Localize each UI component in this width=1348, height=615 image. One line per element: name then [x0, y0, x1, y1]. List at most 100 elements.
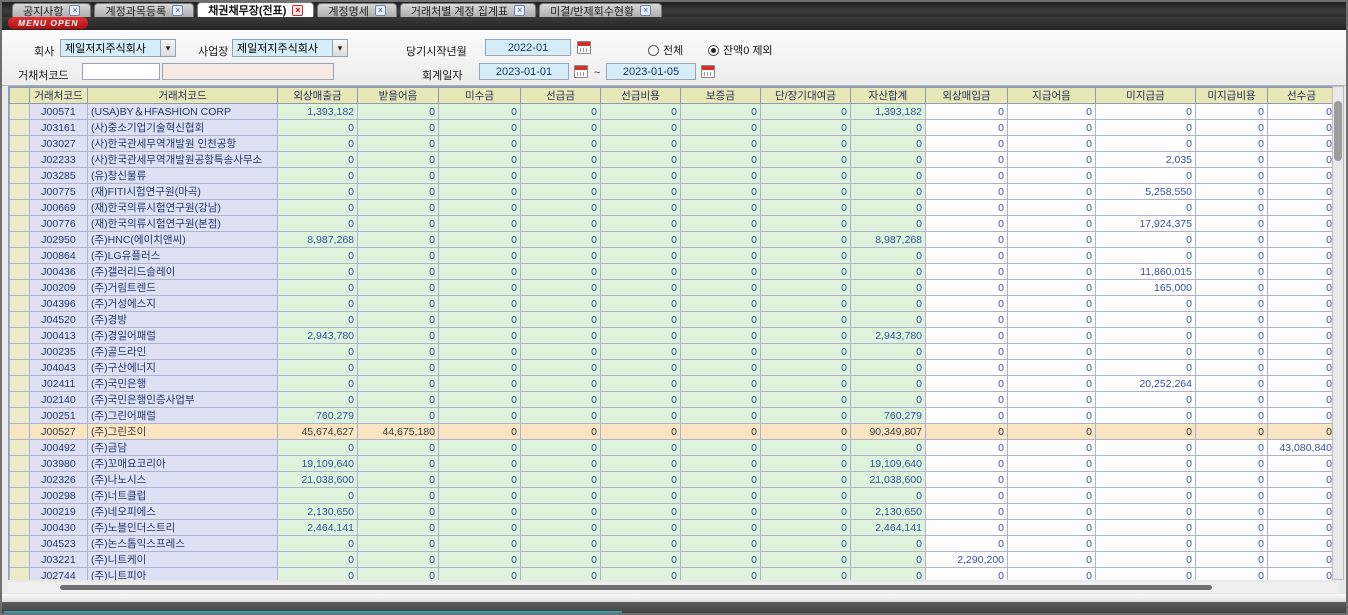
amount-cell[interactable]: 0	[1096, 456, 1196, 472]
amount-cell[interactable]: 0	[681, 552, 761, 568]
amount-cell[interactable]: 0	[926, 280, 1008, 296]
amount-cell[interactable]: 0	[1096, 520, 1196, 536]
amount-cell[interactable]: 0	[601, 568, 681, 581]
amount-cell[interactable]: 0	[1268, 280, 1335, 296]
amount-cell[interactable]: 0	[521, 248, 601, 264]
amount-cell[interactable]: 0	[1008, 504, 1096, 520]
amount-cell[interactable]: 2,464,141	[851, 520, 926, 536]
amount-cell[interactable]: 0	[681, 440, 761, 456]
amount-cell[interactable]: 0	[601, 232, 681, 248]
vendor-name-cell[interactable]: (주)거림트렌드	[88, 280, 278, 296]
horizontal-scrollbar-thumb[interactable]	[60, 585, 1212, 590]
vendor-code-cell[interactable]: J00430	[30, 520, 88, 536]
amount-cell[interactable]: 0	[761, 232, 851, 248]
amount-cell[interactable]: 0	[521, 536, 601, 552]
menu-open-button[interactable]: MENU OPEN	[8, 17, 88, 29]
amount-cell[interactable]: 0	[761, 408, 851, 424]
amount-cell[interactable]: 0	[278, 280, 358, 296]
row-selector-cell[interactable]	[10, 328, 30, 344]
row-selector-cell[interactable]	[10, 280, 30, 296]
amount-cell[interactable]: 0	[439, 472, 521, 488]
amount-cell[interactable]: 0	[851, 344, 926, 360]
amount-cell[interactable]: 44,675,180	[358, 424, 439, 440]
amount-cell[interactable]: 0	[1008, 280, 1096, 296]
amount-cell[interactable]: 0	[439, 104, 521, 120]
amount-cell[interactable]: 0	[1268, 328, 1335, 344]
amount-cell[interactable]: 0	[601, 104, 681, 120]
vendor-code-cell[interactable]: J02326	[30, 472, 88, 488]
amount-cell[interactable]: 0	[1196, 280, 1268, 296]
amount-cell[interactable]: 0	[601, 152, 681, 168]
amount-cell[interactable]: 0	[521, 520, 601, 536]
amount-cell[interactable]: 0	[1268, 472, 1335, 488]
amount-cell[interactable]: 0	[278, 344, 358, 360]
amount-cell[interactable]: 0	[761, 568, 851, 581]
amount-cell[interactable]: 0	[761, 376, 851, 392]
amount-cell[interactable]: 0	[1268, 168, 1335, 184]
amount-cell[interactable]: 0	[278, 536, 358, 552]
row-selector-cell[interactable]	[10, 360, 30, 376]
amount-cell[interactable]: 0	[681, 200, 761, 216]
amount-cell[interactable]: 0	[681, 280, 761, 296]
amount-cell[interactable]: 0	[681, 168, 761, 184]
vendor-name-input[interactable]	[162, 63, 334, 80]
amount-cell[interactable]: 0	[358, 328, 439, 344]
amount-cell[interactable]: 0	[1008, 424, 1096, 440]
vendor-code-cell[interactable]: J00571	[30, 104, 88, 120]
amount-cell[interactable]: 0	[439, 376, 521, 392]
amount-cell[interactable]: 0	[1096, 536, 1196, 552]
column-header[interactable]: 선수금	[1268, 88, 1335, 104]
amount-cell[interactable]: 0	[601, 280, 681, 296]
row-selector-cell[interactable]	[10, 232, 30, 248]
vendor-code-cell[interactable]: J00492	[30, 440, 88, 456]
amount-cell[interactable]: 2,464,141	[278, 520, 358, 536]
amount-cell[interactable]: 0	[1196, 312, 1268, 328]
amount-cell[interactable]: 0	[521, 456, 601, 472]
amount-cell[interactable]: 0	[278, 136, 358, 152]
amount-cell[interactable]: 0	[1096, 104, 1196, 120]
table-row[interactable]: J04043(주)구산에너지0000000000000	[10, 360, 1335, 376]
amount-cell[interactable]: 0	[521, 168, 601, 184]
column-header[interactable]: 선급금	[521, 88, 601, 104]
amount-cell[interactable]: 0	[851, 536, 926, 552]
amount-cell[interactable]: 0	[1096, 248, 1196, 264]
row-selector-cell[interactable]	[10, 520, 30, 536]
amount-cell[interactable]: 0	[926, 456, 1008, 472]
amount-cell[interactable]: 0	[926, 200, 1008, 216]
table-row[interactable]: J03980(주)꼬매요코리아19,109,64000000019,109,64…	[10, 456, 1335, 472]
vendor-code-cell[interactable]: J00527	[30, 424, 88, 440]
row-selector-cell[interactable]	[10, 456, 30, 472]
amount-cell[interactable]: 45,674,627	[278, 424, 358, 440]
amount-cell[interactable]: 0	[1196, 408, 1268, 424]
amount-cell[interactable]: 0	[1008, 168, 1096, 184]
date-to-input[interactable]: 2023-01-05	[606, 63, 696, 80]
amount-cell[interactable]: 0	[521, 328, 601, 344]
vendor-code-cell[interactable]: J00235	[30, 344, 88, 360]
amount-cell[interactable]: 0	[1268, 184, 1335, 200]
amount-cell[interactable]: 0	[761, 248, 851, 264]
row-selector-cell[interactable]	[10, 488, 30, 504]
close-icon[interactable]: ×	[69, 5, 80, 16]
amount-cell[interactable]: 0	[851, 248, 926, 264]
row-selector-cell[interactable]	[10, 248, 30, 264]
amount-cell[interactable]: 0	[681, 184, 761, 200]
amount-cell[interactable]: 0	[926, 296, 1008, 312]
amount-cell[interactable]: 2,943,780	[851, 328, 926, 344]
vendor-code-cell[interactable]: J02233	[30, 152, 88, 168]
amount-cell[interactable]: 0	[851, 488, 926, 504]
close-icon[interactable]: ×	[514, 5, 525, 16]
table-row[interactable]: J00298(주)너트클럽0000000000000	[10, 488, 1335, 504]
amount-cell[interactable]: 0	[851, 440, 926, 456]
amount-cell[interactable]: 0	[601, 520, 681, 536]
amount-cell[interactable]: 0	[601, 488, 681, 504]
calendar-icon[interactable]	[574, 65, 588, 78]
amount-cell[interactable]: 21,038,600	[851, 472, 926, 488]
company-select[interactable]: 제일저지주식회사 ▾	[60, 39, 176, 57]
vendor-name-cell[interactable]: (주)골드라인	[88, 344, 278, 360]
amount-cell[interactable]: 0	[681, 488, 761, 504]
amount-cell[interactable]: 0	[521, 488, 601, 504]
amount-cell[interactable]: 0	[1008, 344, 1096, 360]
amount-cell[interactable]: 0	[926, 264, 1008, 280]
amount-cell[interactable]: 0	[926, 392, 1008, 408]
amount-cell[interactable]: 0	[521, 280, 601, 296]
